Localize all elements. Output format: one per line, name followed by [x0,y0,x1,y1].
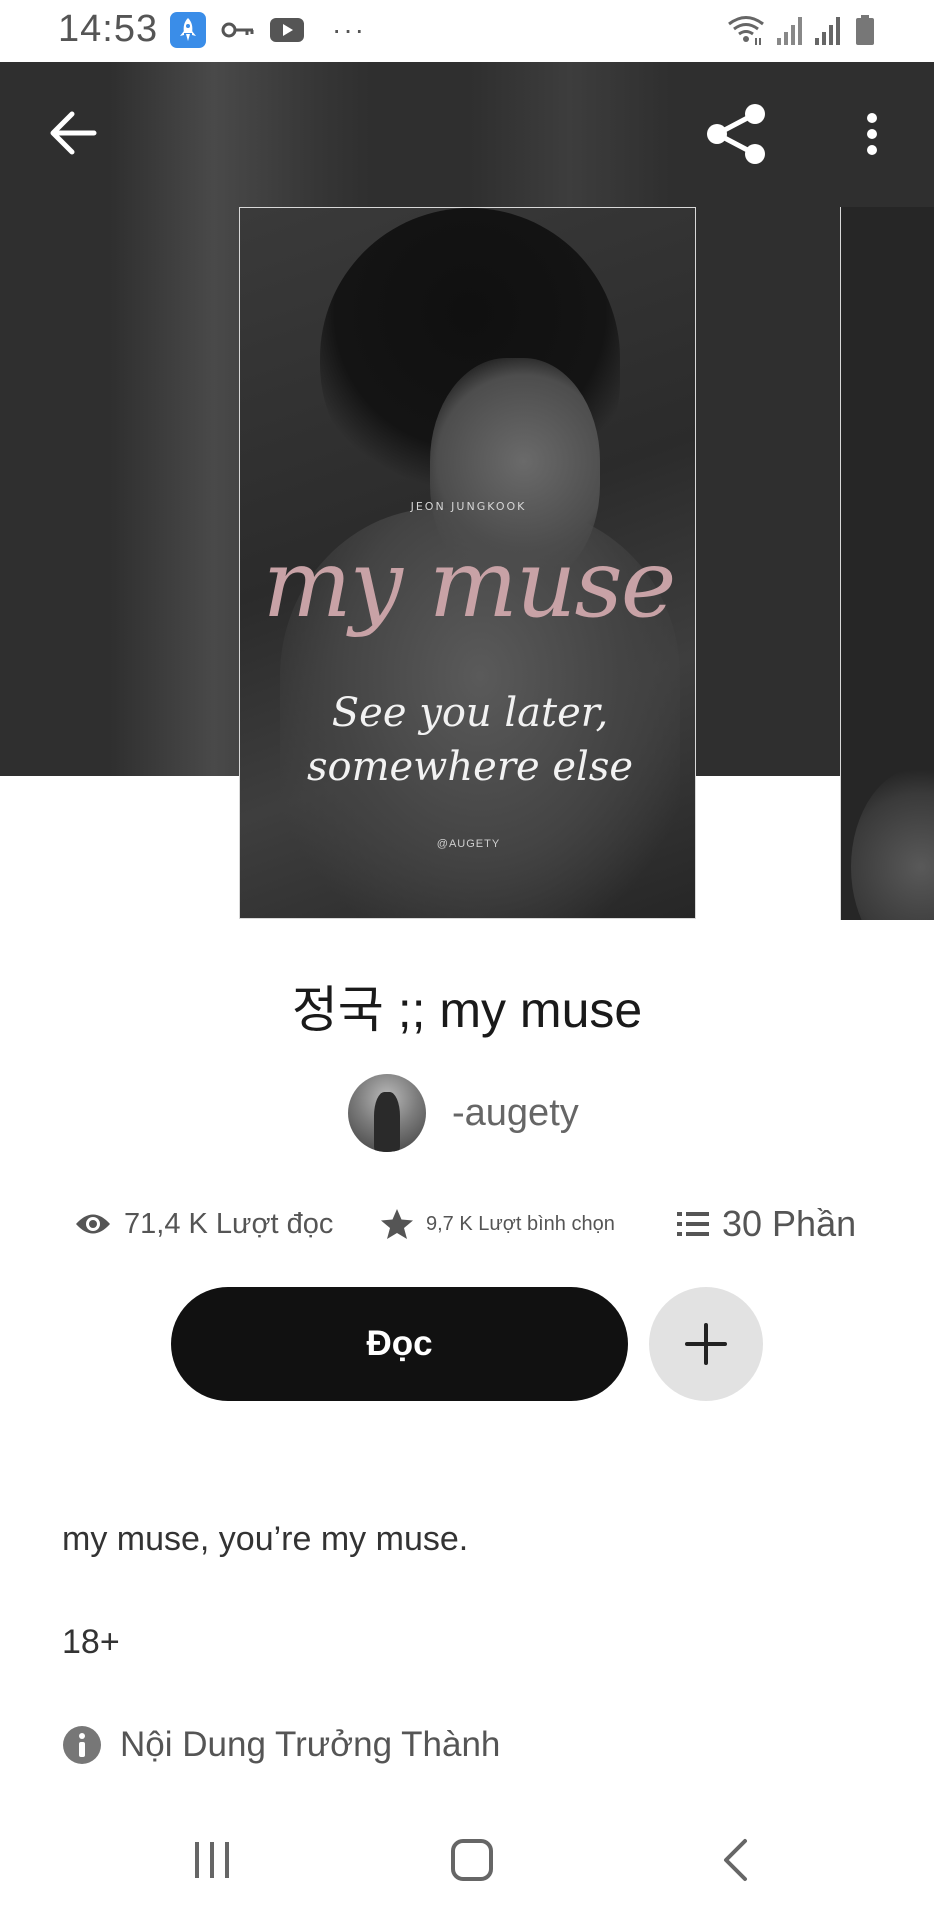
plus-icon [685,1323,727,1365]
more-dots-icon: ··· [332,14,366,45]
mature-content-label: Nội Dung Trưởng Thành [120,1725,501,1764]
story-cover[interactable]: JEON JUNGKOOK my muse See you later, som… [239,207,696,919]
votes-stat: 9,7 K Lượt bình chọn [380,1196,615,1252]
share-icon [707,104,765,164]
author-name[interactable]: -augety [452,1092,579,1135]
avatar-figure [374,1092,400,1152]
share-button[interactable] [700,98,772,170]
parts-label: 30 Phần [722,1203,857,1244]
reads-stat: 71,4 K Lượt đọc [74,1196,333,1252]
next-story-cover[interactable] [840,207,934,920]
reads-label: 71,4 K Lượt đọc [124,1207,334,1240]
more-vertical-icon [867,113,877,155]
avatar[interactable] [348,1074,426,1152]
more-options-button[interactable] [856,104,888,164]
chevron-left-icon [724,1839,747,1881]
wifi-icon [724,12,768,48]
key-icon [220,12,256,48]
cover-kicker: JEON JUNGKOOK [410,500,527,513]
cover-figure-shape [851,767,934,920]
description-rating: 18+ [62,1623,120,1661]
status-time: 14:53 [58,8,159,50]
youtube-icon [268,12,306,48]
recent-apps-icon [195,1842,229,1878]
signal-icon [774,12,804,48]
system-nav-bar [0,1800,934,1920]
signal-icon [812,12,842,48]
story-title: 정국 ;; my muse [291,982,643,1038]
cover-author: @AUGETY [436,838,501,850]
system-back-button[interactable] [706,1830,766,1890]
back-button[interactable] [40,100,106,166]
star-icon [381,1209,413,1239]
story-stats: 71,4 K Lượt đọc 9,7 K Lượt bình chọn 30 … [0,1196,934,1252]
description-text: my muse, you’re my muse. [62,1520,469,1558]
home-button[interactable] [442,1830,502,1890]
info-icon [63,1726,101,1764]
votes-label: 9,7 K Lượt bình chọn [426,1212,615,1235]
mature-content-notice[interactable]: Nội Dung Trưởng Thành [62,1722,500,1768]
eye-icon [76,1214,110,1234]
author-link[interactable]: -augety [348,1074,579,1152]
list-icon [677,1212,709,1236]
arrow-left-icon [50,111,97,155]
cover-subtitle: See you later, somewhere else [306,690,634,790]
read-button[interactable]: Đọc [171,1287,628,1401]
home-icon [451,1839,493,1881]
status-bar: 14:53 ··· [0,0,934,62]
parts-stat[interactable]: 30 Phần [676,1196,856,1252]
recent-apps-button[interactable] [182,1830,242,1890]
rocket-app-icon [170,12,206,48]
add-to-library-button[interactable] [649,1287,763,1401]
battery-icon [854,12,876,48]
cover-title: my muse [262,530,677,639]
